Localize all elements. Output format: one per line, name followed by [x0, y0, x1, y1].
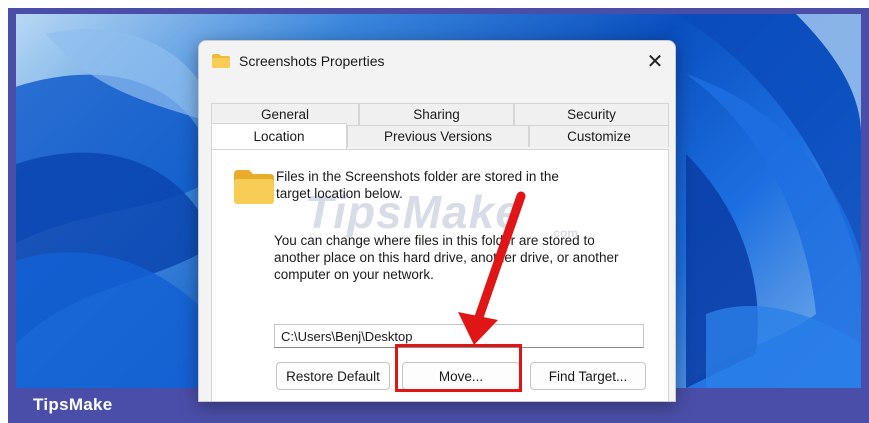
- red-arrow-icon: [458, 191, 526, 345]
- screenshot-stage: TipsMake Screenshots Properties ✕ Genera…: [0, 0, 869, 423]
